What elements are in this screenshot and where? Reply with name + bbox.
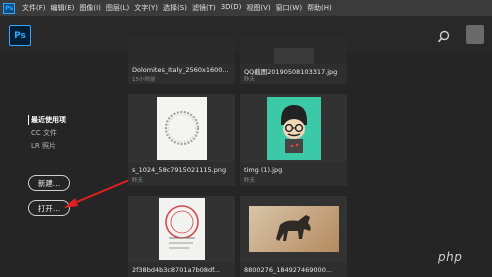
menu-filter[interactable]: 滤镜(T) (192, 3, 216, 13)
file-card[interactable]: 8800276_184927469000... (240, 196, 347, 277)
sidebar-item-recent[interactable]: 最近使用项 (31, 115, 66, 125)
wreath-icon (164, 110, 199, 146)
cartoon-character-icon (280, 105, 307, 153)
file-card[interactable]: Dolomites_Italy_2560x1600... 15小时前 (128, 38, 235, 84)
stamp-icon (164, 205, 199, 249)
file-time: 15小时前 (132, 77, 156, 83)
file-card[interactable]: s_1024_58c7915021115.png 昨天 (128, 94, 235, 186)
file-thumbnail (128, 196, 235, 262)
menu-help[interactable]: 帮助(H) (307, 3, 332, 13)
menu-window[interactable]: 窗口(W) (276, 3, 302, 13)
thumb-image-fragment (274, 48, 314, 64)
menu-view[interactable]: 视图(V) (246, 3, 270, 13)
thumb-cartoon (266, 96, 321, 160)
file-thumbnail (128, 94, 235, 162)
file-time: 昨天 (244, 178, 256, 184)
file-thumbnail (240, 38, 347, 64)
search-icon[interactable] (437, 29, 451, 43)
file-name: QQ截图20190508103317.jpg (244, 68, 338, 76)
photoshop-logo[interactable]: Ps (9, 25, 31, 46)
file-name: Dolomites_Italy_2560x1600... (132, 66, 229, 74)
file-thumbnail (240, 94, 347, 162)
sidebar-item-cc-files[interactable]: CC 文件 (31, 128, 57, 138)
file-card[interactable]: timg (1).jpg 昨天 (240, 94, 347, 186)
file-thumbnail (128, 38, 235, 64)
thumb-document (158, 198, 205, 260)
menu-file[interactable]: 文件(F) (22, 3, 46, 13)
file-thumbnail (240, 196, 347, 262)
menu-layer[interactable]: 图层(L) (106, 3, 129, 13)
file-time: 昨天 (132, 178, 144, 184)
sidebar-item-lr-photos[interactable]: LR 照片 (31, 141, 56, 151)
app-badge[interactable]: Ps (3, 2, 15, 14)
file-name: timg (1).jpg (244, 166, 283, 174)
menu-bar: Ps 文件(F) 编辑(E) 图像(I) 图层(L) 文字(Y) 选择(S) 滤… (0, 0, 492, 16)
horse-icon (275, 215, 311, 241)
avatar[interactable] (466, 25, 484, 44)
file-name: s_1024_58c7915021115.png (132, 166, 227, 174)
menu-items: 文件(F) 编辑(E) 图像(I) 图层(L) 文字(Y) 选择(S) 滤镜(T… (22, 3, 332, 13)
menu-3d[interactable]: 3D(D) (221, 3, 242, 13)
file-name: 2f38bd4b3c8701a7b08df... (132, 266, 221, 274)
thumb-paper (156, 96, 207, 160)
watermark: php (438, 250, 463, 264)
menu-image[interactable]: 图像(I) (79, 3, 101, 13)
menu-select[interactable]: 选择(S) (163, 3, 187, 13)
thumb-horse (248, 206, 339, 252)
menu-type[interactable]: 文字(Y) (134, 3, 158, 13)
file-card[interactable]: QQ截图20190508103317.jpg 昨天 (240, 38, 347, 84)
menu-edit[interactable]: 编辑(E) (51, 3, 75, 13)
file-time: 昨天 (244, 77, 256, 83)
file-card[interactable]: 2f38bd4b3c8701a7b08df... (128, 196, 235, 277)
file-name: 8800276_184927469000... (244, 266, 333, 274)
active-indicator (28, 115, 29, 125)
